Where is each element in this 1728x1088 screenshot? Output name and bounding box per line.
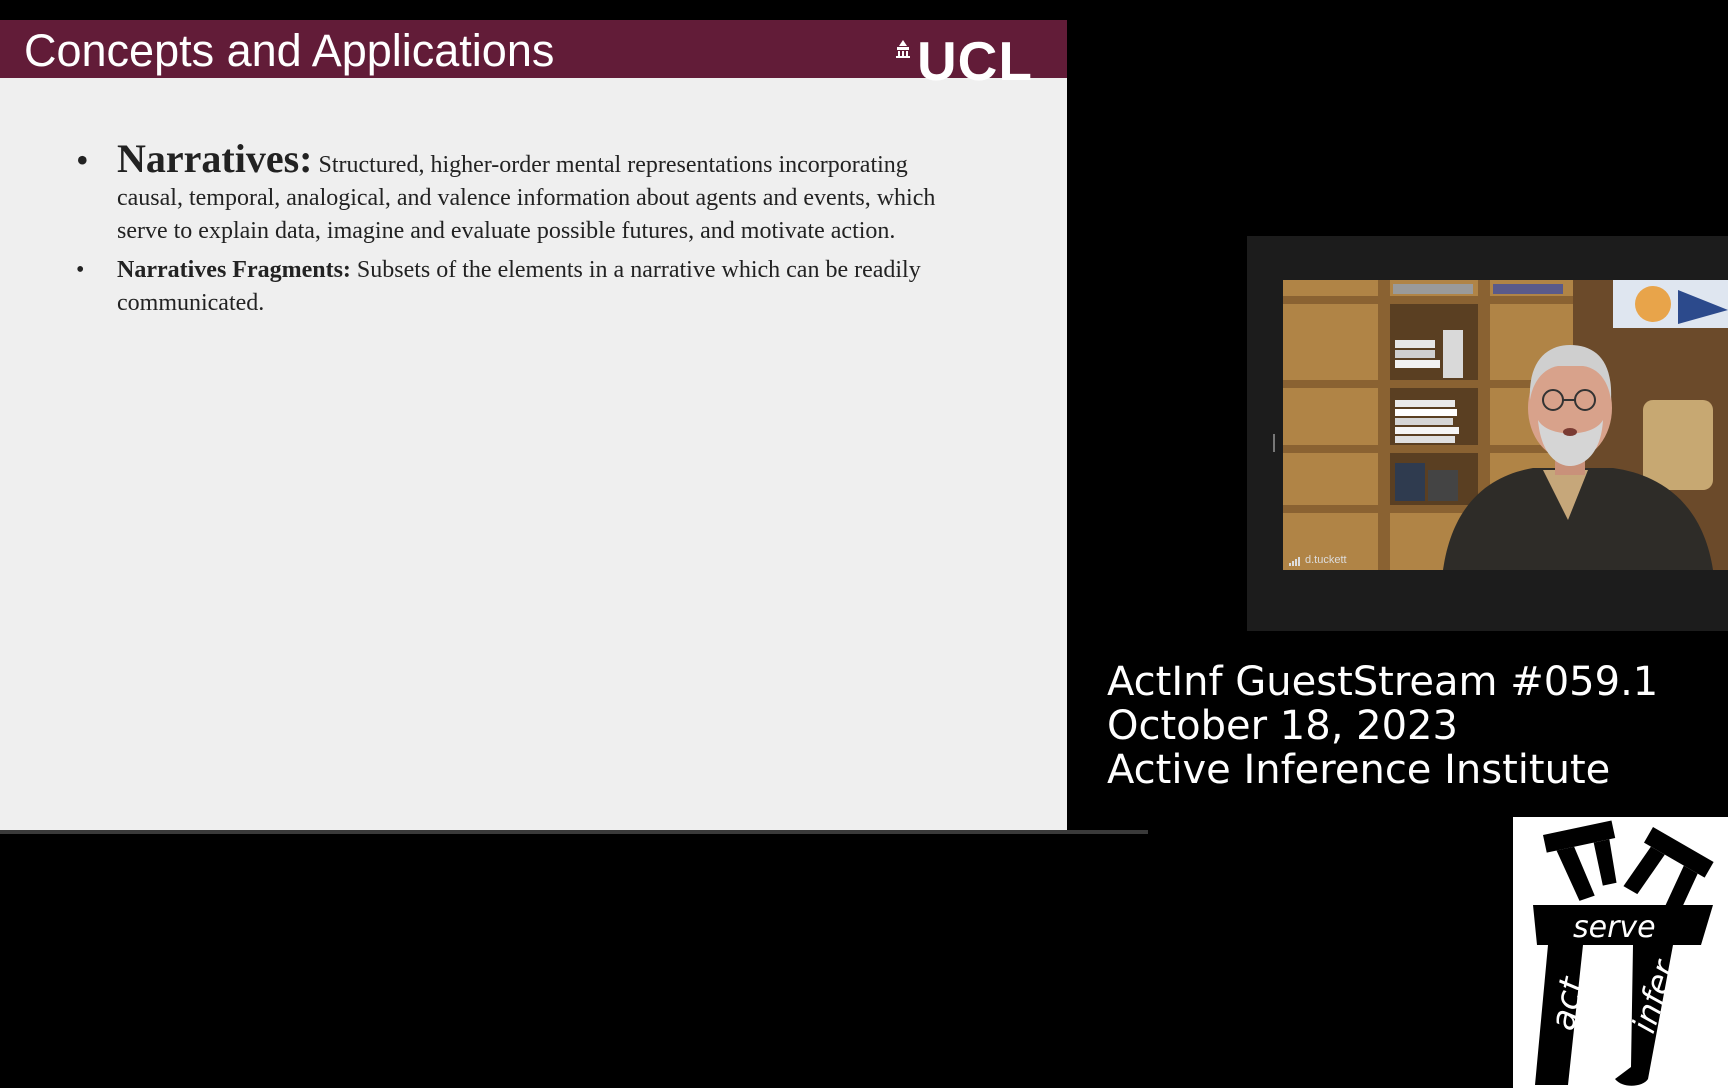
slide-body: • Narratives: Structured, higher-order m… xyxy=(76,139,976,320)
ucl-logo-text: UCL xyxy=(916,30,1033,92)
active-inference-institute-logo: serve act infer xyxy=(1513,817,1728,1088)
slide-title: Concepts and Applications xyxy=(24,25,555,76)
panel-resize-handle[interactable] xyxy=(1273,434,1275,452)
bullet-term: Narratives Fragments: xyxy=(117,257,351,283)
bullet-narrative-fragments: • Narratives Fragments: Subsets of the e… xyxy=(76,254,976,320)
slide-bottom-rule xyxy=(0,830,1148,834)
ucl-logo: UCL xyxy=(895,34,1033,89)
presentation-slide: Concepts and Applications UCL • Narrativ… xyxy=(0,20,1067,832)
video-scene-image xyxy=(1283,280,1728,570)
participant-video-feed: d.tuckett xyxy=(1283,280,1728,570)
bullet-narratives: • Narratives: Structured, higher-order m… xyxy=(76,139,976,248)
ucl-dome-icon xyxy=(895,40,910,58)
logo-word-serve: serve xyxy=(1573,910,1656,945)
slide-header: Concepts and Applications UCL xyxy=(0,20,1067,89)
participant-name-label: d.tuckett xyxy=(1289,554,1347,566)
stream-date: October 18, 2023 xyxy=(1107,703,1458,749)
stream-info-overlay: ActInf GuestStream #059.1 October 18, 20… xyxy=(1107,660,1658,792)
bullet-term: Narratives: xyxy=(117,136,313,181)
stream-organization: Active Inference Institute xyxy=(1107,747,1611,793)
stream-title: ActInf GuestStream #059.1 xyxy=(1107,659,1659,705)
bullet-dot-icon: • xyxy=(76,140,89,180)
participant-video-panel[interactable]: d.tuckett xyxy=(1247,236,1728,631)
signal-strength-icon xyxy=(1289,557,1300,566)
act-infer-serve-logo-icon: serve act infer xyxy=(1533,820,1714,1086)
participant-name: d.tuckett xyxy=(1305,554,1347,566)
bullet-dot-icon: • xyxy=(76,257,85,283)
